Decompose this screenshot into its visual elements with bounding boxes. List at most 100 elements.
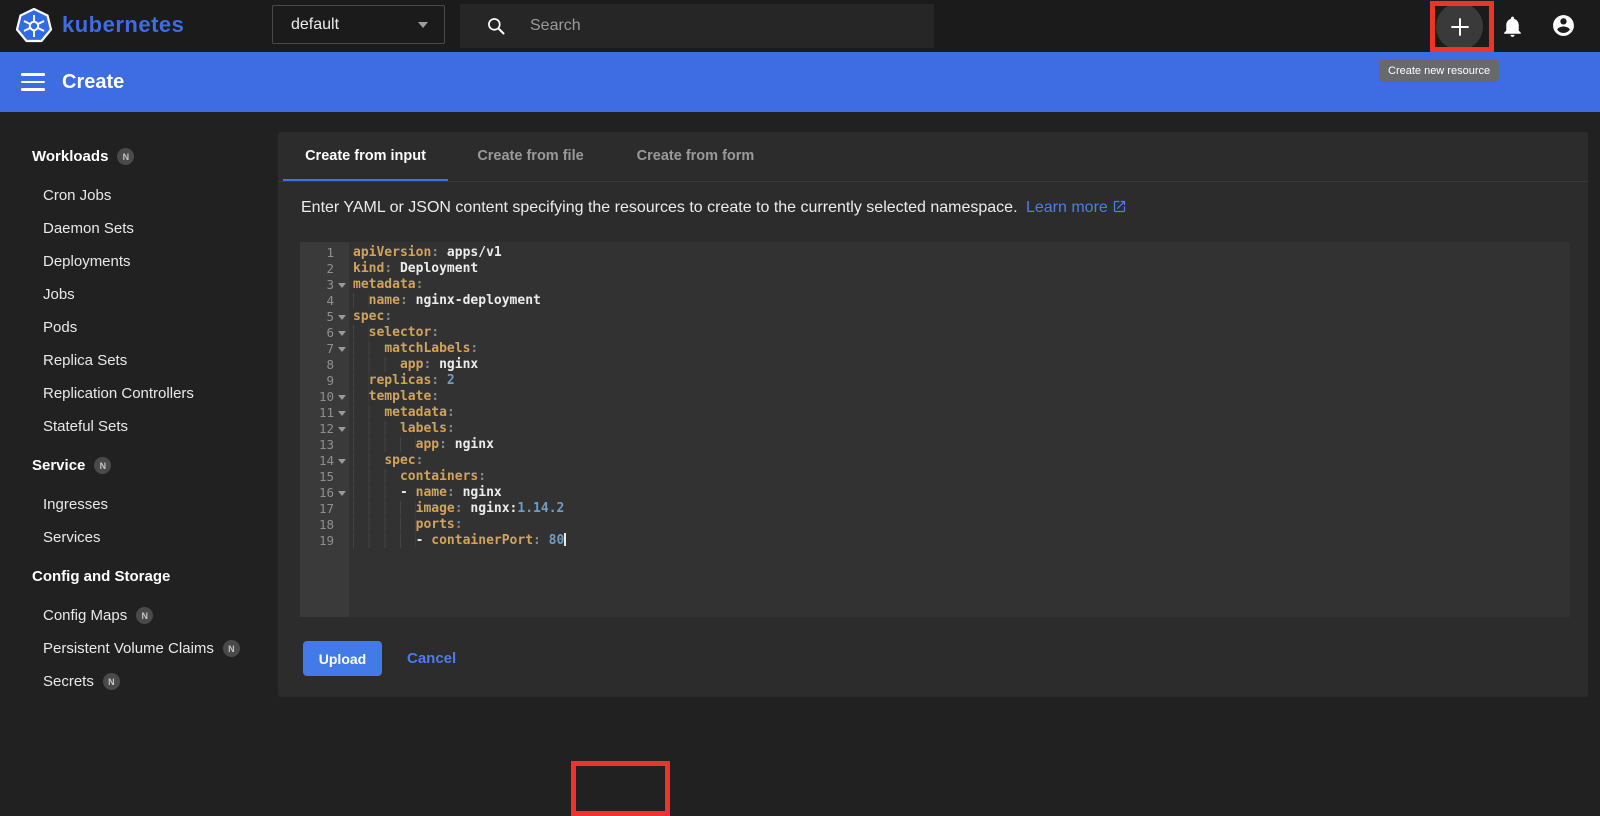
editor-line: 8 app: nginx [300,357,1570,373]
line-number: 6 [300,325,349,341]
sidebar-item-label: Ingresses [43,496,109,513]
open-in-new-icon [1113,200,1125,213]
sidebar-item-pods[interactable]: Pods [0,311,278,344]
sidebar-item-deployments[interactable]: Deployments [0,245,278,278]
line-number: 8 [326,357,334,372]
sidebar-item-persistent-volume-claims[interactable]: Persistent Volume Claims N [0,632,278,665]
sidebar-item-label: Replica Sets [43,352,128,369]
code-text: replicas: 2 [349,373,455,389]
create-new-resource-button[interactable] [1436,3,1483,50]
code-text: ports: [349,517,463,533]
create-card: Create from input Create from file Create … [278,132,1588,816]
line-number: 18 [318,517,334,532]
editor-line: 7 matchLabels: [300,341,1570,357]
editor-line: 4 name: nginx-deployment [300,293,1570,309]
editor-line: 10 template: [300,389,1570,405]
code-text: - containerPort: 80 [349,533,567,549]
editor-line: 3 metadata: [300,277,1570,293]
editor-line: 2 kind: Deployment [300,261,1570,277]
tab-create-from-input[interactable]: Create from input [283,132,448,181]
sidebar-item-label: Daemon Sets [43,220,134,237]
code-text: containers: [349,469,486,485]
code-text: app: nginx [349,437,494,453]
code-text: metadata: [349,405,455,421]
line-number: 7 [300,341,349,357]
sidebar-item-stateful-sets[interactable]: Stateful Sets [0,410,278,443]
cancel-button[interactable]: Cancel [399,641,464,676]
code-text: apiVersion: apps/v1 [353,245,502,260]
search-input[interactable] [528,16,888,36]
fold-toggle-icon[interactable] [338,315,346,320]
menu-hamburger-icon[interactable] [21,73,45,91]
sidebar-item-secrets[interactable]: Secrets N [0,665,278,698]
line-number: 14 [300,453,349,469]
upload-button[interactable]: Upload [303,641,382,676]
sidebar-item-config-maps[interactable]: Config Maps N [0,599,278,632]
yaml-code-editor[interactable]: 1 apiVersion: apps/v1 2 kind: Deployment 3 me… [300,242,1570,617]
search-bar[interactable] [460,4,934,48]
code-text: app: nginx [349,357,478,373]
line-number: 19 [318,533,334,548]
fold-toggle-icon[interactable] [338,283,346,288]
fold-toggle-icon[interactable] [338,459,346,464]
sidebar-item-label: Pods [43,319,78,336]
editor-line: 11 metadata: [300,405,1570,421]
sidebar-section-label: Service [32,457,86,474]
namespace-selector[interactable]: default [272,5,445,44]
search-icon [488,18,505,35]
chevron-down-icon [418,21,428,28]
notifications-bell-icon[interactable] [1500,14,1525,39]
code-text: spec: [353,309,393,324]
code-text: metadata: [353,277,424,292]
sidebar-item-jobs[interactable]: Jobs [0,278,278,311]
line-number: 3 [300,277,349,293]
sidebar-item-label: Services [43,529,101,546]
sidebar-section-service[interactable]: Service N [0,449,278,482]
sidebar-item-daemon-sets[interactable]: Daemon Sets [0,212,278,245]
learn-more-link[interactable]: Learn more [1026,199,1108,216]
editor-line: 1 apiVersion: apps/v1 [300,245,1570,261]
sidebar-section-label: Workloads [32,148,109,165]
editor-line: 18 ports: [300,517,1570,533]
namespace-selected-value: default [291,15,340,33]
sidebar-item-cron-jobs[interactable]: Cron Jobs [0,179,278,212]
line-number: 12 [300,421,349,437]
code-text: selector: [349,325,439,341]
fold-toggle-icon[interactable] [338,411,346,416]
sidebar-item-services[interactable]: Services [0,521,278,554]
sidebar-item-label: Deployments [43,253,131,270]
editor-line: 12 labels: [300,421,1570,437]
sidebar-item-label: Cron Jobs [43,187,112,204]
line-number: 5 [300,309,349,325]
tab-create-from-file[interactable]: Create from file [448,132,613,181]
fold-toggle-icon[interactable] [338,427,346,432]
annotation-box-upload [571,761,670,816]
text-cursor [564,533,567,546]
fold-toggle-icon[interactable] [338,395,346,400]
line-number: 2 [326,261,334,276]
code-text: template: [349,389,439,405]
new-badge: N [94,457,112,474]
kubernetes-logo-icon [15,7,53,43]
tooltip-create-new-resource: Create new resource [1379,60,1500,82]
new-badge: N [102,673,120,690]
sidebar-item-replica-sets[interactable]: Replica Sets [0,344,278,377]
sidebar-section-config-and-storage[interactable]: Config and Storage [0,560,278,593]
sidebar-nav: Workloads N Cron Jobs Daemon Sets Deployment… [0,112,278,714]
fold-toggle-icon[interactable] [338,491,346,496]
fold-toggle-icon[interactable] [338,331,346,336]
sidebar-item-label: Persistent Volume Claims [43,640,214,657]
tab-bar: Create from input Create from file Create … [278,132,1588,182]
sidebar-item-replication-controllers[interactable]: Replication Controllers [0,377,278,410]
line-number: 11 [300,405,349,421]
new-badge: N [222,640,240,657]
tab-create-from-form[interactable]: Create from form [613,132,778,181]
line-number: 13 [318,437,334,452]
fold-toggle-icon[interactable] [338,347,346,352]
page-title: Create [62,70,125,93]
sidebar-section-workloads[interactable]: Workloads N [0,140,278,173]
line-number: 16 [300,485,349,501]
editor-line: 5 spec: [300,309,1570,325]
account-circle-icon[interactable] [1551,13,1576,38]
sidebar-item-ingresses[interactable]: Ingresses [0,488,278,521]
